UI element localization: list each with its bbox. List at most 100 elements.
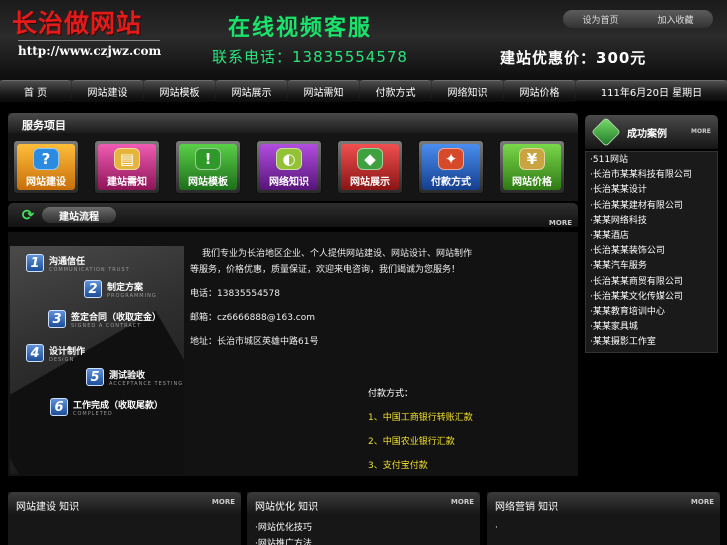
intro-line-2: 等服务，价格优惠，质量保证，欢迎来电咨询，我们竭诚为您服务！ [190,265,461,275]
service-price[interactable]: ¥ 网站价格 [499,140,565,194]
payment-line: 2、中国农业银行汇款 [368,437,455,447]
service-showcase[interactable]: ◆ 网站展示 [337,140,403,194]
step-item: 6 工作完成（收取尾款） COMPLETED [50,398,163,417]
service-label: 付款方式 [431,177,471,188]
cases-title-bar: 成功案例 MORE [585,115,718,149]
current-date: 111年6月20日 星期日 [576,80,727,101]
payment-methods: 付款方式： 1、中国工商银行转账汇款 2、中国农业银行汇款 3、支付宝付款 [368,382,473,478]
process-title[interactable]: 建站流程 [42,207,116,223]
step-item: 5 测试验收 ACCEPTANCE TESTING [86,368,183,387]
step-title: 沟通信任 [49,257,86,267]
process-title-bar: ⟳ 建站流程 MORE [8,203,578,227]
nav-item-notice[interactable]: 网站需知 [288,80,359,102]
nav-item-knowledge[interactable]: 网络知识 [432,80,503,102]
main-nav: 首 页 网站建设 网站模板 网站展示 网站需知 付款方式 网络知识 网站价格 1… [0,80,727,102]
services-title: 服务项目 [22,119,66,132]
nav-item-payment[interactable]: 付款方式 [360,80,431,102]
intro-line-1: 我们专业为长治地区企业、个人提供网站建设、网站设计、网站制作 [202,249,473,259]
nav-item-home[interactable]: 首 页 [0,80,71,102]
gift-icon: ✦ [438,148,464,170]
step-item: 2 制定方案 PROGRAMMING [84,280,157,299]
nav-item-web-build[interactable]: 网站建设 [72,80,143,102]
service-label: 网络知识 [269,177,309,188]
panel-item[interactable]: · [495,520,712,536]
contact-address-line: 地址：长治市城区英雄中路61号 [190,337,319,347]
service-label: 网站建设 [26,177,66,188]
step-en: COMPLETED [73,411,113,417]
panel-item[interactable]: ·网站优化技巧 [255,520,472,536]
add-favorite-link[interactable]: 加入收藏 [657,13,693,26]
service-notice[interactable]: ▤ 建站需知 [94,140,160,194]
case-item[interactable]: ·511网站 [590,153,713,168]
cases-list: ·511网站 ·长治市某某科技有限公司 ·长治某某设计 ·长治某某建材有限公司 … [585,151,718,353]
services-title-bar: 服务项目 [8,113,578,133]
step-en: COMMUNICATION TRUST [49,267,130,273]
case-item[interactable]: ·长治某某建材有限公司 [590,199,713,214]
contact-phone-line: 电话：13835554578 [190,289,280,299]
intro-content: 我们专业为长治地区企业、个人提供网站建设、网站设计、网站制作等服务，价格优惠，质… [190,246,570,358]
contact-email-line: 邮箱：cz6666888@163.com [190,313,316,323]
step-title: 制定方案 [107,283,144,293]
logo-divider [18,40,160,41]
step-en: SIGNED A CONTRACT [71,323,142,329]
case-item[interactable]: ·某某酒店 [590,229,713,244]
set-homepage-link[interactable]: 设为首页 [582,13,618,26]
book-icon: ◆ [357,148,383,170]
nav-item-templates[interactable]: 网站模板 [144,80,215,102]
panel-title: 网络营销 知识 [495,502,559,513]
step-number: 4 [26,344,44,362]
service-templates[interactable]: ! 网站模板 [175,140,241,194]
step-en: ACCEPTANCE TESTING [109,381,184,387]
step-item: 3 签定合同（收取定金） SIGNED A CONTRACT [48,310,161,329]
step-item: 1 沟通信任 COMMUNICATION TRUST [26,254,130,273]
service-payment[interactable]: ✦ 付款方式 [418,140,484,194]
case-item[interactable]: ·某某汽车服务 [590,259,713,274]
service-label: 网站展示 [350,177,390,188]
case-item[interactable]: ·长治某某文化传媒公司 [590,290,713,305]
case-item[interactable]: ·长治市某某科技有限公司 [590,168,713,183]
service-knowledge[interactable]: ◐ 网络知识 [256,140,322,194]
case-item[interactable]: ·某某教育培训中心 [590,305,713,320]
service-label: 建站需知 [107,177,147,188]
step-number: 3 [48,310,66,328]
nav-item-showcase[interactable]: 网站展示 [216,80,287,102]
case-item[interactable]: ·某某摄影工作室 [590,335,713,350]
payment-heading: 付款方式： [368,389,414,399]
step-title: 签定合同（收取定金） [71,313,162,323]
panel-item[interactable]: ·网站推广方法 [255,536,472,545]
pie-icon: ◐ [276,148,302,170]
process-more-link[interactable]: MORE [549,219,572,227]
question-icon: ? [33,148,59,170]
process-steps: 1 沟通信任 COMMUNICATION TRUST 2 制定方案 PROGRAMM… [10,246,184,474]
case-item[interactable]: ·长治某某设计 [590,183,713,198]
panel-more-link[interactable]: MORE [451,498,474,506]
case-item[interactable]: ·某某家具城 [590,320,713,335]
money-icon: ¥ [519,148,545,170]
contact-phone: 联系电话：13835554578 [212,48,408,66]
step-title: 设计制作 [49,347,86,357]
panel-title: 网站建设 知识 [16,502,80,513]
cases-title: 成功案例 [627,129,667,140]
panel-more-link[interactable]: MORE [212,498,235,506]
cases-more-link[interactable]: MORE [691,128,711,135]
case-item[interactable]: ·长治某某装饰公司 [590,244,713,259]
case-item[interactable]: ·某某网络科技 [590,214,713,229]
panel-more-link[interactable]: MORE [691,498,714,506]
service-label: 网站模板 [188,177,228,188]
nav-item-price[interactable]: 网站价格 [504,80,575,102]
logo-url[interactable]: http://www.czjwz.com [18,44,161,58]
case-item[interactable]: ·长治某某商贸有限公司 [590,275,713,290]
step-en: PROGRAMMING [107,293,157,299]
step-en: DESIGN [49,357,75,363]
step-title: 工作完成（收取尾款） [73,401,164,411]
video-service-slogan[interactable]: 在线视频客服 [228,10,372,42]
shield-icon: ! [195,148,221,170]
refresh-icon: ⟳ [21,206,35,224]
payment-line: 3、支付宝付款 [368,461,428,471]
bottom-panel-marketing: 网络营销 知识 MORE · [487,492,720,545]
logo-text[interactable]: 长治做网站 [12,4,142,40]
step-number: 6 [50,398,68,416]
header: 长治做网站 http://www.czjwz.com 在线视频客服 联系电话：1… [0,0,727,82]
payment-line: 1、中国工商银行转账汇款 [368,413,473,423]
service-web-build[interactable]: ? 网站建设 [13,140,79,194]
